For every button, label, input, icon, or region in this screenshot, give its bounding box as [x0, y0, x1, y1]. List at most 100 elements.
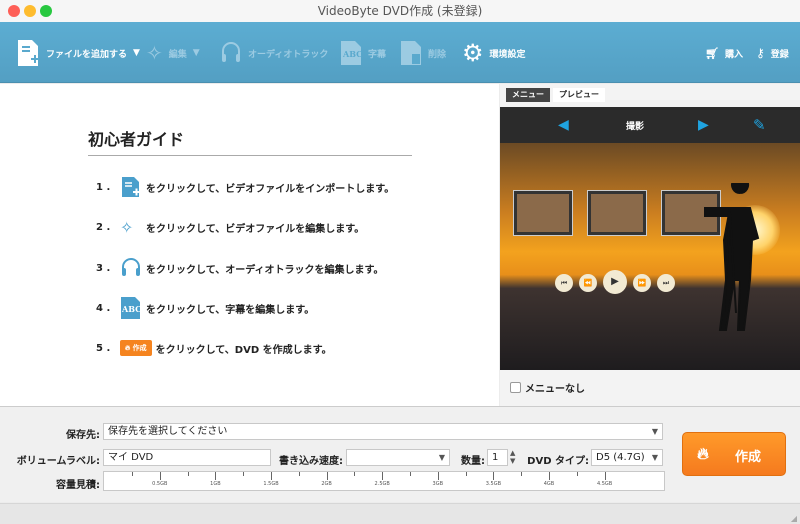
ruler-tick-label: 2GB: [321, 481, 332, 487]
ruler-tick: [271, 472, 272, 480]
dvd-type-label: DVD タイプ:: [527, 456, 589, 467]
headphones-icon: [122, 258, 140, 276]
write-speed-select[interactable]: ▼: [346, 449, 450, 466]
ruler-tick: [354, 472, 356, 476]
step-text: をクリックして、ビデオファイルを編集します。: [146, 223, 365, 235]
ruler-tick: [187, 472, 189, 476]
close-window-button[interactable]: [8, 5, 20, 17]
ruler-tick: [326, 472, 328, 480]
forward-button[interactable]: ⏩: [633, 274, 651, 292]
edit-button[interactable]: ✧ 編集 ▼: [146, 38, 200, 68]
flame-icon: 🔥︎: [697, 444, 709, 463]
guide-title: 初心者ガイド: [88, 130, 185, 149]
dvd-type-value: D5 (4.7G): [596, 452, 645, 463]
gear-icon: ⚙: [462, 39, 484, 67]
minimize-window-button[interactable]: [24, 5, 36, 17]
menu-preview-image: ⏮ ⏪ ▶ ⏩ ⏭: [500, 143, 800, 370]
dropdown-arrow-icon: ▼: [438, 453, 445, 462]
step-number: 4 .: [96, 302, 111, 314]
guide-step: 2 . ✧ をクリックして、ビデオファイルを編集します。: [96, 216, 364, 238]
settings-label: 環境設定: [489, 49, 526, 60]
destination-value: 保存先を選択してください: [108, 426, 228, 437]
ruler-tick-label: 2.5GB: [374, 481, 390, 487]
register-button[interactable]: ⚷ 登録: [756, 38, 789, 68]
subtitle-abc-icon: ABC: [341, 41, 362, 65]
step-number: 3 .: [96, 262, 111, 274]
ruler-tick: [159, 472, 161, 480]
ruler-tick-label: 3GB: [432, 481, 444, 487]
volume-label: ボリュームラベル:: [16, 456, 100, 467]
count-label: 数量:: [461, 456, 485, 467]
delete-file-icon: [401, 41, 421, 65]
headphones-icon: [222, 42, 240, 62]
step-text: をクリックして、ビデオファイルをインポートします。: [146, 183, 395, 195]
play-button[interactable]: ▶: [603, 270, 627, 294]
count-input[interactable]: 1: [487, 449, 508, 466]
subtitle-button[interactable]: ABC 字幕: [340, 38, 386, 68]
dropdown-arrow-icon: ▼: [133, 48, 140, 58]
audio-track-label: オーディオトラック: [248, 49, 329, 60]
guide-step: 1 . をクリックして、ビデオファイルをインポートします。: [96, 176, 394, 198]
dropdown-arrow-icon: ▼: [651, 427, 658, 436]
svg-text:ABC: ABC: [342, 49, 362, 59]
template-name: 撮影: [625, 122, 644, 132]
step-text: をクリックして、オーディオトラックを編集します。: [146, 264, 384, 276]
step-number: 5 .: [96, 342, 111, 354]
rewind-button[interactable]: ⏪: [579, 274, 597, 292]
chapter-thumbnail[interactable]: [513, 190, 573, 236]
no-menu-label: メニューなし: [525, 384, 585, 395]
ruler-tick: [437, 472, 439, 480]
ruler-tick: [549, 472, 550, 480]
step-number: 1 .: [96, 181, 111, 193]
destination-label: 保存先:: [66, 430, 100, 441]
resize-grip-icon[interactable]: ◢: [791, 514, 797, 523]
next-template-button[interactable]: ▶: [698, 117, 709, 133]
step-text: をクリックして、DVD を作成します。: [155, 344, 332, 356]
ruler-tick: [576, 472, 578, 476]
ruler-tick-label: 3.5GB: [485, 481, 502, 487]
magic-wand-icon: ✧: [146, 41, 163, 65]
audio-track-button[interactable]: オーディオトラック: [220, 38, 328, 68]
edit-template-icon[interactable]: ✎: [753, 116, 766, 134]
dvd-type-select[interactable]: D5 (4.7G) ▼: [591, 449, 663, 466]
subtitle-label: 字幕: [368, 49, 387, 60]
ruler-tick: [243, 472, 245, 476]
create-mini-label: 作成: [132, 344, 147, 352]
buy-button[interactable]: 🛒︎ 購入: [705, 38, 743, 68]
key-icon: ⚷: [756, 46, 765, 60]
register-label: 登録: [770, 49, 789, 60]
chapter-thumbnail[interactable]: [587, 190, 647, 236]
ruler-tick: [521, 472, 523, 476]
count-stepper[interactable]: ▲ ▼: [510, 449, 515, 465]
no-menu-checkbox[interactable]: メニューなし: [510, 380, 585, 395]
ruler-tick-label: 4GB: [543, 481, 555, 487]
create-button-icon: 🔥︎ 作成: [120, 340, 152, 356]
add-file-label: ファイルを追加する: [46, 49, 128, 60]
settings-button[interactable]: ⚙ 環境設定: [462, 38, 526, 68]
status-bar: ◢: [0, 503, 800, 524]
guide-step: 3 . をクリックして、オーディオトラックを編集します。: [96, 257, 384, 279]
add-file-icon: [18, 40, 39, 66]
create-dvd-button[interactable]: 🔥︎ 作成: [682, 432, 786, 476]
ruler-tick: [132, 472, 133, 476]
ruler-tick-label: 1GB: [210, 481, 221, 487]
checkbox-box[interactable]: [510, 382, 521, 393]
ruler-tick: [410, 472, 411, 476]
capacity-ruler: 0.5GB 1GB 1.5GB 2GB 2.5GB 3GB 3.5GB 4GB 4.5GB: [103, 471, 665, 491]
skip-forward-button[interactable]: ⏭: [657, 274, 675, 292]
volume-label-input[interactable]: マイ DVD: [103, 449, 271, 466]
zoom-window-button[interactable]: [40, 5, 52, 17]
tab-preview[interactable]: プレビュー: [553, 88, 605, 102]
add-file-icon: [122, 177, 140, 197]
buy-label: 購入: [724, 49, 743, 60]
volume-value: マイ DVD: [108, 452, 154, 463]
divider: [88, 155, 412, 156]
add-file-button[interactable]: ファイルを追加する ▼: [16, 38, 140, 68]
skip-back-button[interactable]: ⏮: [555, 274, 573, 292]
create-label: 作成: [735, 450, 762, 465]
delete-button[interactable]: 削除: [400, 38, 446, 68]
tab-menu[interactable]: メニュー: [506, 88, 550, 102]
ruler-tick: [465, 472, 467, 476]
toolbar: ファイルを追加する ▼ ✧ 編集 ▼ オーディオトラック ABC 字幕 削除 ⚙ 環…: [0, 22, 800, 83]
destination-select[interactable]: 保存先を選択してください ▼: [103, 423, 663, 440]
